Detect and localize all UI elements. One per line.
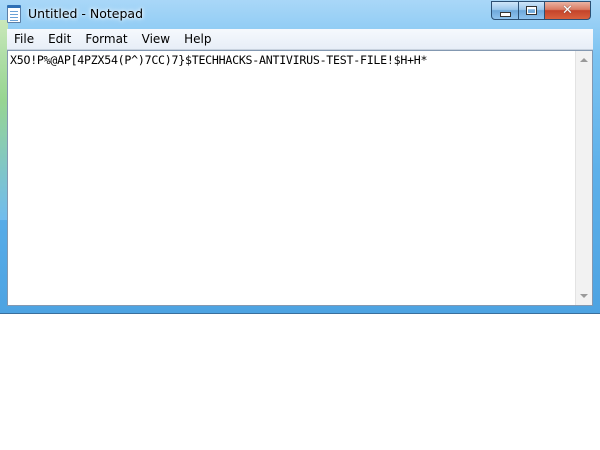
minimize-button[interactable]: [491, 1, 519, 20]
scroll-up-arrow-icon[interactable]: [580, 58, 588, 62]
title-bar[interactable]: Untitled - Notepad ✕: [0, 0, 600, 28]
menu-help[interactable]: Help: [177, 29, 218, 49]
menu-view[interactable]: View: [135, 29, 177, 49]
notepad-app-icon[interactable]: [7, 5, 21, 23]
window-title: Untitled - Notepad: [28, 6, 144, 21]
menu-edit[interactable]: Edit: [41, 29, 78, 49]
maximize-icon: [526, 6, 537, 15]
vertical-scrollbar[interactable]: [575, 51, 592, 305]
scroll-down-arrow-icon[interactable]: [580, 294, 588, 298]
menu-format[interactable]: Format: [78, 29, 134, 49]
menu-bar: File Edit Format View Help: [7, 29, 593, 50]
notepad-window: Untitled - Notepad ✕ File Edit Format Vi…: [0, 0, 600, 314]
close-icon: ✕: [562, 3, 573, 18]
text-editor[interactable]: X5O!P%@AP[4PZX54(P^)7CC)7}$TECHHACKS-ANT…: [7, 50, 593, 306]
editor-content[interactable]: X5O!P%@AP[4PZX54(P^)7CC)7}$TECHHACKS-ANT…: [10, 53, 570, 67]
menu-file[interactable]: File: [7, 29, 41, 49]
maximize-button[interactable]: [518, 1, 545, 20]
close-button[interactable]: ✕: [544, 1, 591, 20]
minimize-icon: [499, 11, 511, 17]
